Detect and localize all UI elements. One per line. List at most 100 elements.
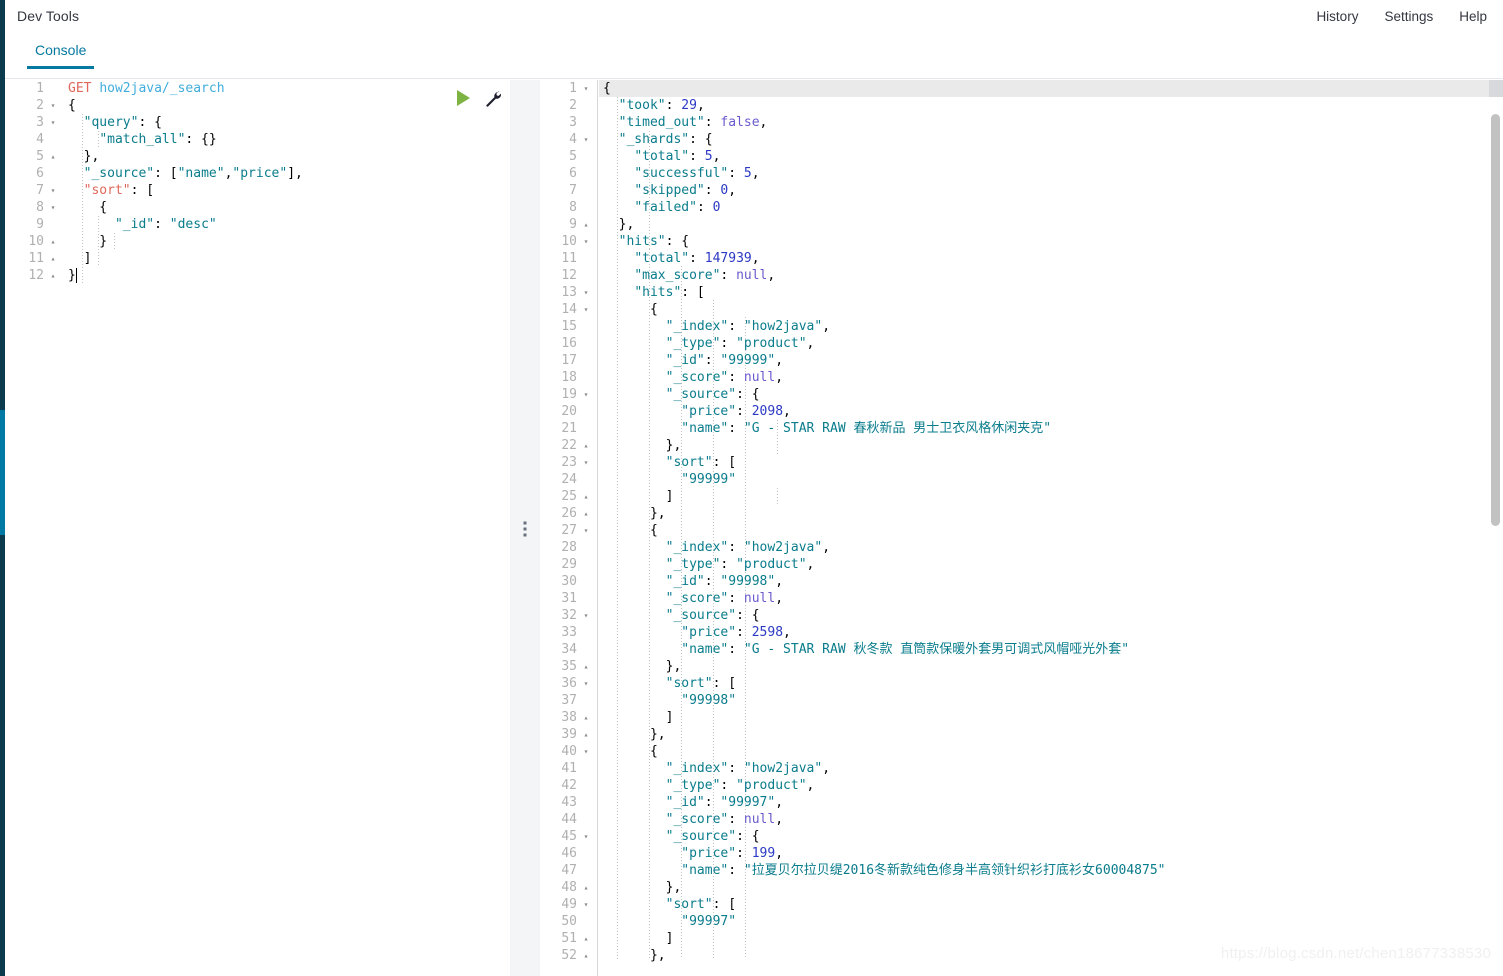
code-line[interactable]: "_source": { (599, 607, 1503, 624)
code-line[interactable]: ] (599, 488, 1503, 505)
fold-close-icon[interactable]: ▴ (581, 658, 591, 675)
fold-close-icon[interactable]: ▴ (581, 488, 591, 505)
fold-open-icon[interactable]: ▾ (581, 607, 591, 624)
fold-close-icon[interactable]: ▴ (581, 437, 591, 454)
code-line[interactable]: ] (64, 250, 510, 267)
code-line[interactable]: "name": "G - STAR RAW 秋冬款 直筒款保暖外套男可调式风帽哑… (599, 641, 1503, 658)
code-line[interactable]: "max_score": null, (599, 267, 1503, 284)
fold-open-icon[interactable]: ▾ (581, 386, 591, 403)
fold-open-icon[interactable]: ▾ (581, 522, 591, 539)
code-line[interactable]: "99999" (599, 471, 1503, 488)
fold-close-icon[interactable]: ▴ (48, 233, 58, 250)
code-line[interactable]: "name": "G - STAR RAW 春秋新品 男士卫衣风格休闲夹克" (599, 420, 1503, 437)
code-line[interactable]: "sort": [ (599, 675, 1503, 692)
code-line[interactable]: { (599, 301, 1503, 318)
fold-close-icon[interactable]: ▴ (581, 947, 591, 964)
code-line[interactable]: }, (599, 216, 1503, 233)
code-line[interactable]: "price": 199, (599, 845, 1503, 862)
fold-open-icon[interactable]: ▾ (581, 675, 591, 692)
code-line[interactable]: }, (599, 505, 1503, 522)
code-line[interactable]: GET how2java/_search (64, 80, 510, 97)
code-line[interactable]: } (64, 267, 510, 284)
code-line[interactable]: { (599, 80, 1503, 97)
fold-close-icon[interactable]: ▴ (581, 930, 591, 947)
code-line[interactable]: "failed": 0 (599, 199, 1503, 216)
fold-close-icon[interactable]: ▴ (48, 250, 58, 267)
fold-open-icon[interactable]: ▾ (581, 896, 591, 913)
code-line[interactable]: } (64, 233, 510, 250)
code-line[interactable]: "match_all": {} (64, 131, 510, 148)
code-line[interactable]: "took": 29, (599, 97, 1503, 114)
request-editor-pane[interactable]: 1 2 ▾ 3 ▾ 4 5 ▴ 6 7 ▾ 8 ▾ 9 10 ▴ 11 ▴ 12 ▴ GET how2java/_se… (5, 80, 510, 976)
code-line[interactable]: }, (599, 437, 1503, 454)
code-line[interactable]: }, (599, 879, 1503, 896)
fold-close-icon[interactable]: ▴ (48, 267, 58, 284)
code-line[interactable]: "_source": { (599, 386, 1503, 403)
code-line[interactable]: "_source": { (599, 828, 1503, 845)
fold-close-icon[interactable]: ▴ (48, 148, 58, 165)
fold-open-icon[interactable]: ▾ (581, 131, 591, 148)
code-line[interactable]: "_source": ["name","price"], (64, 165, 510, 182)
code-line[interactable]: { (599, 743, 1503, 760)
code-line[interactable]: "skipped": 0, (599, 182, 1503, 199)
wrench-icon[interactable] (484, 89, 502, 107)
fold-close-icon[interactable]: ▴ (581, 726, 591, 743)
code-line[interactable]: "_index": "how2java", (599, 539, 1503, 556)
pane-splitter[interactable] (510, 80, 540, 976)
nav-link-history[interactable]: History (1316, 9, 1358, 24)
fold-open-icon[interactable]: ▾ (581, 80, 591, 97)
fold-close-icon[interactable]: ▴ (581, 505, 591, 522)
code-line[interactable]: ] (599, 709, 1503, 726)
response-scrollbar-thumb[interactable] (1491, 114, 1500, 526)
fold-open-icon[interactable]: ▾ (581, 743, 591, 760)
code-line[interactable]: "total": 5, (599, 148, 1503, 165)
code-line[interactable]: "sort": [ (599, 454, 1503, 471)
fold-open-icon[interactable]: ▾ (48, 97, 58, 114)
fold-close-icon[interactable]: ▴ (581, 879, 591, 896)
play-icon[interactable] (457, 90, 470, 106)
code-line[interactable]: "99998" (599, 692, 1503, 709)
code-line[interactable]: }, (64, 148, 510, 165)
nav-link-help[interactable]: Help (1459, 9, 1487, 24)
fold-open-icon[interactable]: ▾ (48, 199, 58, 216)
request-code-area[interactable]: GET how2java/_search{ "query": { "match_… (64, 80, 510, 976)
code-line[interactable]: "_index": "how2java", (599, 318, 1503, 335)
code-line[interactable]: "name": "拉夏贝尔拉贝缇2016冬新款纯色修身半高领针织衫打底衫女600… (599, 862, 1503, 879)
code-line[interactable]: "successful": 5, (599, 165, 1503, 182)
fold-open-icon[interactable]: ▾ (581, 233, 591, 250)
fold-close-icon[interactable]: ▴ (581, 216, 591, 233)
request-gutter[interactable]: 1 2 ▾ 3 ▾ 4 5 ▴ 6 7 ▾ 8 ▾ 9 10 ▴ 11 ▴ 12 ▴ (5, 80, 64, 976)
code-line[interactable]: "timed_out": false, (599, 114, 1503, 131)
code-line[interactable]: "_type": "product", (599, 335, 1503, 352)
code-line[interactable]: "price": 2598, (599, 624, 1503, 641)
code-line[interactable]: "_type": "product", (599, 777, 1503, 794)
response-scrollbar-track[interactable] (1489, 80, 1503, 976)
code-line[interactable]: }, (599, 726, 1503, 743)
code-line[interactable]: "sort": [ (599, 896, 1503, 913)
fold-open-icon[interactable]: ▾ (48, 114, 58, 131)
code-line[interactable]: "_id": "desc" (64, 216, 510, 233)
code-line[interactable]: "query": { (64, 114, 510, 131)
code-line[interactable]: "_index": "how2java", (599, 760, 1503, 777)
response-editor-pane[interactable]: 1 ▾ 2 3 4 ▾ 5 6 7 8 9 ▴ 10 ▾ 11 12 13 ▾ 14 ▾ 15 16 17 18 19 ▾ 20 21… (540, 80, 1503, 976)
fold-open-icon[interactable]: ▾ (581, 284, 591, 301)
code-line[interactable]: "_id": "99997", (599, 794, 1503, 811)
response-code-lines[interactable]: { "took": 29, "timed_out": false, "_shar… (599, 80, 1503, 964)
code-line[interactable]: "_id": "99999", (599, 352, 1503, 369)
code-line[interactable]: "price": 2098, (599, 403, 1503, 420)
fold-open-icon[interactable]: ▾ (581, 828, 591, 845)
code-line[interactable]: "_score": null, (599, 811, 1503, 828)
response-code-area[interactable]: { "took": 29, "timed_out": false, "_shar… (599, 80, 1503, 976)
fold-open-icon[interactable]: ▾ (581, 454, 591, 471)
code-line[interactable]: "_shards": { (599, 131, 1503, 148)
code-line[interactable]: { (64, 97, 510, 114)
code-line[interactable]: "_id": "99998", (599, 573, 1503, 590)
tab-console[interactable]: Console (27, 42, 94, 69)
code-line[interactable]: "sort": [ (64, 182, 510, 199)
code-line[interactable]: "_score": null, (599, 590, 1503, 607)
fold-close-icon[interactable]: ▴ (581, 709, 591, 726)
request-code-lines[interactable]: GET how2java/_search{ "query": { "match_… (64, 80, 510, 284)
code-line[interactable]: "hits": [ (599, 284, 1503, 301)
code-line[interactable]: "hits": { (599, 233, 1503, 250)
code-line[interactable]: "_type": "product", (599, 556, 1503, 573)
